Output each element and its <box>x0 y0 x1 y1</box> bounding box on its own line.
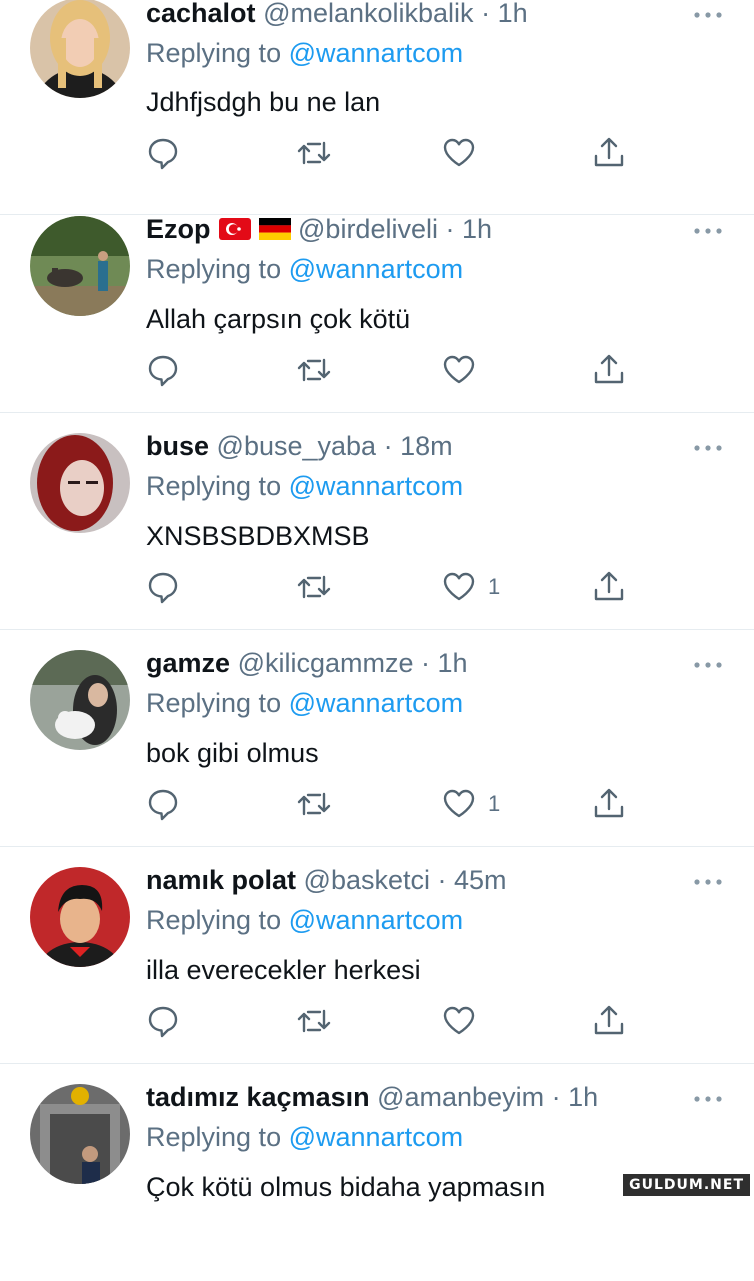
tweet-text: bok gibi olmus <box>146 738 319 768</box>
tweet[interactable]: cachalot @melankolikbalik · 1h Replying … <box>0 0 754 215</box>
display-name[interactable]: namık polat <box>146 865 296 895</box>
share-icon[interactable] <box>592 353 626 387</box>
replying-to: Replying to @wannartcom <box>146 688 463 719</box>
replying-to: Replying to @wannartcom <box>146 905 463 936</box>
user-handle[interactable]: @buse_yaba <box>217 431 377 461</box>
watermark-logo: GULDUM.NET <box>623 1174 750 1196</box>
more-icon[interactable] <box>692 443 724 453</box>
separator: · <box>473 0 498 28</box>
replying-to: Replying to @wannartcom <box>146 471 463 502</box>
separator: · <box>376 431 401 461</box>
mention-link[interactable]: @wannartcom <box>289 905 463 935</box>
replying-to: Replying to @wannartcom <box>146 1122 463 1153</box>
timestamp[interactable]: 18m <box>400 431 453 461</box>
like-icon[interactable] <box>442 570 476 604</box>
like-icon[interactable] <box>442 1004 476 1038</box>
timestamp[interactable]: 45m <box>454 865 507 895</box>
tweet-header: buse @buse_yaba · 18m <box>146 431 453 462</box>
share-icon[interactable] <box>592 136 626 170</box>
replying-prefix: Replying to <box>146 254 282 284</box>
separator: · <box>413 648 438 678</box>
retweet-icon[interactable] <box>297 136 331 170</box>
user-handle[interactable]: @basketci <box>304 865 430 895</box>
avatar[interactable] <box>30 433 130 533</box>
separator: · <box>430 865 455 895</box>
retweet-icon[interactable] <box>297 353 331 387</box>
more-icon[interactable] <box>692 660 724 670</box>
tweet[interactable]: gamze @kilicgammze · 1h Replying to @wan… <box>0 630 754 847</box>
germany-flag-icon <box>258 218 291 240</box>
display-name[interactable]: tadımız kaçmasın <box>146 1082 370 1112</box>
tweet-text: XNSBSBDBXMSB <box>146 521 370 551</box>
reply-icon[interactable] <box>146 787 180 821</box>
replying-to: Replying to @wannartcom <box>146 38 463 69</box>
replying-prefix: Replying to <box>146 688 282 718</box>
replying-prefix: Replying to <box>146 1122 282 1152</box>
display-name[interactable]: Ezop <box>146 214 211 244</box>
tweet-header: cachalot @melankolikbalik · 1h <box>146 0 528 29</box>
more-icon[interactable] <box>692 10 724 20</box>
user-handle[interactable]: @birdeliveli <box>298 214 438 244</box>
tweet-text: illa everecekler herkesi <box>146 955 421 985</box>
tweet-header: gamze @kilicgammze · 1h <box>146 648 468 679</box>
user-handle[interactable]: @melankolikbalik <box>263 0 474 28</box>
user-handle[interactable]: @kilicgammze <box>238 648 414 678</box>
display-name[interactable]: buse <box>146 431 209 461</box>
timestamp[interactable]: 1h <box>498 0 528 28</box>
tweet[interactable]: Ezop @birdeliveli · 1h Replying to @wann… <box>0 196 754 413</box>
reply-icon[interactable] <box>146 570 180 604</box>
turkey-flag-icon <box>218 218 251 240</box>
user-handle[interactable]: @amanbeyim <box>377 1082 544 1112</box>
tweet-header: Ezop @birdeliveli · 1h <box>146 214 492 245</box>
more-icon[interactable] <box>692 877 724 887</box>
timestamp[interactable]: 1h <box>462 214 492 244</box>
tweet-text: Çok kötü olmus bidaha yapmasın <box>146 1172 546 1202</box>
mention-link[interactable]: @wannartcom <box>289 471 463 501</box>
mention-link[interactable]: @wannartcom <box>289 254 463 284</box>
like-icon[interactable] <box>442 353 476 387</box>
reply-icon[interactable] <box>146 136 180 170</box>
display-name[interactable]: gamze <box>146 648 230 678</box>
reply-icon[interactable] <box>146 353 180 387</box>
retweet-icon[interactable] <box>297 570 331 604</box>
like-icon[interactable] <box>442 136 476 170</box>
replying-prefix: Replying to <box>146 905 282 935</box>
avatar[interactable] <box>30 867 130 967</box>
share-icon[interactable] <box>592 787 626 821</box>
retweet-icon[interactable] <box>297 1004 331 1038</box>
avatar[interactable] <box>30 650 130 750</box>
more-icon[interactable] <box>692 1094 724 1104</box>
reply-icon[interactable] <box>146 1004 180 1038</box>
share-icon[interactable] <box>592 1004 626 1038</box>
tweet[interactable]: tadımız kaçmasın @amanbeyim · 1h Replyin… <box>0 1064 754 1281</box>
like-count: 1 <box>488 791 501 816</box>
like-count: 1 <box>488 574 501 599</box>
separator: · <box>437 214 462 244</box>
tweet-text: Allah çarpsın çok kötü <box>146 304 411 334</box>
tweet-header: namık polat @basketci · 45m <box>146 865 507 896</box>
display-name[interactable]: cachalot <box>146 0 256 28</box>
avatar[interactable] <box>30 1084 130 1184</box>
mention-link[interactable]: @wannartcom <box>289 1122 463 1152</box>
separator: · <box>544 1082 569 1112</box>
tweet-header: tadımız kaçmasın @amanbeyim · 1h <box>146 1082 598 1113</box>
tweet[interactable]: namık polat @basketci · 45m Replying to … <box>0 847 754 1064</box>
mention-link[interactable]: @wannartcom <box>289 38 463 68</box>
timestamp[interactable]: 1h <box>438 648 468 678</box>
more-icon[interactable] <box>692 226 724 236</box>
like-icon[interactable] <box>442 787 476 821</box>
replying-prefix: Replying to <box>146 471 282 501</box>
replying-to: Replying to @wannartcom <box>146 254 463 285</box>
replying-prefix: Replying to <box>146 38 282 68</box>
timestamp[interactable]: 1h <box>568 1082 598 1112</box>
mention-link[interactable]: @wannartcom <box>289 688 463 718</box>
retweet-icon[interactable] <box>297 787 331 821</box>
tweet-text: Jdhfjsdgh bu ne lan <box>146 87 381 117</box>
share-icon[interactable] <box>592 570 626 604</box>
tweet[interactable]: buse @buse_yaba · 18m Replying to @wanna… <box>0 413 754 630</box>
avatar[interactable] <box>30 216 130 316</box>
avatar[interactable] <box>30 0 130 98</box>
